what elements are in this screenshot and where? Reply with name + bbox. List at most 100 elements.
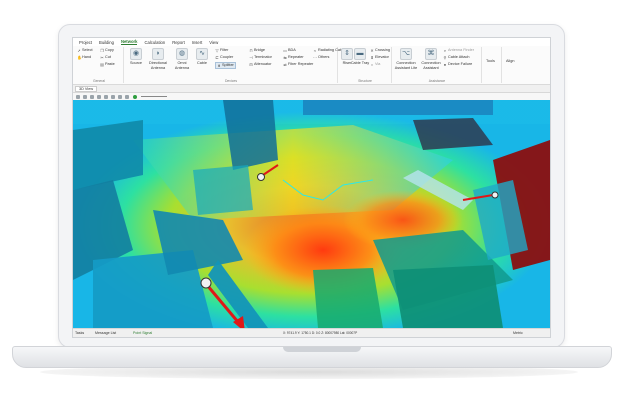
device-failure-label: Device Failure bbox=[448, 62, 473, 66]
wall-right-bottom bbox=[393, 265, 503, 328]
paste-button[interactable]: ▤ Paste bbox=[100, 62, 115, 67]
group-general-label: General bbox=[92, 79, 106, 83]
connection-lite-icon: ⌥ bbox=[400, 48, 412, 60]
fiber-repeater-label: Fiber Repeater bbox=[288, 62, 314, 66]
rotate-icon[interactable] bbox=[76, 94, 80, 99]
group-assistance: ⌥ Connection Assistant Lite ⌘ Connection A… bbox=[393, 47, 482, 83]
group-general: ➚ Select ✋ Hand ❐ Copy ✂ Cut ▤ Paste General bbox=[75, 47, 124, 83]
filter-icon: ▽ bbox=[215, 47, 219, 53]
hand-label: Hand bbox=[82, 55, 92, 59]
tasks-tab[interactable]: Tasks bbox=[75, 331, 84, 335]
hand-icon: ✋ bbox=[77, 54, 82, 60]
others-button[interactable]: ⋯ Others bbox=[313, 55, 329, 60]
omni-antenna-label: Omni Antenna bbox=[174, 61, 190, 70]
antenna-device-3[interactable] bbox=[491, 191, 499, 199]
via-button[interactable]: ○ Via bbox=[370, 61, 381, 67]
camera-icon[interactable] bbox=[111, 94, 115, 99]
cable-attach-icon: ⚲ bbox=[443, 54, 447, 60]
splitter-icon: ⋔ bbox=[217, 62, 221, 68]
units-indicator[interactable]: Metric bbox=[513, 331, 523, 335]
fiber-repeater-button[interactable]: ⇌ Fiber Repeater bbox=[283, 62, 313, 67]
select-button[interactable]: ➚ Select bbox=[77, 48, 92, 53]
device-failure-button[interactable]: ● Device Failure bbox=[443, 62, 473, 67]
tab-insert[interactable]: Insert bbox=[192, 40, 202, 45]
copy-label: Copy bbox=[105, 48, 114, 52]
wall-top-far bbox=[303, 100, 493, 115]
source-icon: ◉ bbox=[130, 48, 142, 60]
bridge-button[interactable]: ⊓ Bridge bbox=[249, 48, 265, 53]
coordinate-readout: X: 9741.9 Y: 1750.1 D: 0.0 Z: 80007980 L… bbox=[283, 330, 358, 335]
source-button[interactable]: ◉ Source bbox=[125, 48, 147, 66]
tab-project[interactable]: Project bbox=[79, 40, 92, 45]
measure-icon[interactable] bbox=[125, 94, 129, 99]
cable-button[interactable]: ∿ Cable bbox=[191, 48, 213, 66]
fit-icon[interactable] bbox=[97, 94, 101, 99]
repeater-button[interactable]: ⇆ Repeater bbox=[283, 55, 303, 60]
cable-label: Cable bbox=[197, 61, 207, 65]
app-window: Project Building Network Calculation Rep… bbox=[72, 37, 551, 338]
tab-view[interactable]: View bbox=[209, 40, 218, 45]
laptop-notch bbox=[283, 347, 361, 352]
tab-building[interactable]: Building bbox=[99, 40, 114, 45]
attenuator-icon: ⊟ bbox=[249, 61, 253, 67]
hand-button[interactable]: ✋ Hand bbox=[77, 55, 91, 60]
cable-tray-button[interactable]: ▬ Cable Tray bbox=[349, 48, 371, 66]
antenna-device-1[interactable] bbox=[200, 277, 212, 289]
bda-button[interactable]: ▭ BDA bbox=[283, 48, 296, 53]
directional-antenna-icon: ◗ bbox=[152, 48, 164, 60]
ribbon-tabs: Project Building Network Calculation Rep… bbox=[73, 38, 550, 46]
zoom-slider[interactable] bbox=[141, 96, 167, 97]
directional-antenna-button[interactable]: ◗ Directional Antenna bbox=[145, 48, 171, 70]
cable-attach-label: Cable Attach bbox=[448, 55, 470, 59]
crossing-button[interactable]: ✕ Crossing bbox=[370, 48, 390, 53]
attenuator-button[interactable]: ⊟ Attenuator bbox=[249, 61, 272, 67]
pan-icon[interactable] bbox=[83, 94, 87, 99]
terminator-button[interactable]: ⊣ Terminator bbox=[249, 55, 272, 60]
3d-view-canvas[interactable] bbox=[73, 100, 550, 328]
group-devices-label: Devices bbox=[224, 79, 238, 83]
cut-button[interactable]: ✂ Cut bbox=[100, 55, 111, 60]
elevator-button[interactable]: ⬍ Elevator bbox=[370, 55, 389, 60]
cable-attach-button[interactable]: ⚲ Cable Attach bbox=[443, 55, 470, 60]
settings-icon[interactable] bbox=[118, 94, 122, 99]
connection-icon: ⌘ bbox=[425, 48, 437, 60]
group-align: Align bbox=[503, 47, 521, 83]
terminator-label: Terminator bbox=[254, 55, 272, 59]
splitter-label: Splitter bbox=[222, 63, 234, 67]
tab-calculation[interactable]: Calculation bbox=[144, 40, 165, 45]
copy-button[interactable]: ❐ Copy bbox=[100, 48, 114, 53]
group-assistance-label: Assistance bbox=[428, 79, 446, 83]
message-list-tab[interactable]: Message List bbox=[95, 331, 116, 335]
connection-assistant-button[interactable]: ⌘ Connection Assistant bbox=[419, 48, 443, 70]
omni-antenna-button[interactable]: ◍ Omni Antenna bbox=[171, 48, 193, 70]
group-structure-label: Structure bbox=[358, 79, 372, 83]
layers-icon[interactable] bbox=[104, 94, 108, 99]
elevator-icon: ⬍ bbox=[370, 54, 374, 60]
fiber-repeater-icon: ⇌ bbox=[283, 61, 287, 67]
filter-button[interactable]: ▽ Filter bbox=[215, 48, 228, 53]
splitter-button[interactable]: ⋔ Splitter bbox=[215, 62, 236, 69]
antenna-finder-button[interactable]: ⌕ Antenna Finder bbox=[443, 48, 474, 53]
visibility-icon[interactable] bbox=[133, 94, 137, 99]
tab-3d-view[interactable]: 3D View bbox=[75, 86, 98, 92]
others-label: Others bbox=[318, 55, 330, 59]
point-signal-tab[interactable]: Point Signal bbox=[133, 331, 152, 335]
antenna-finder-icon: ⌕ bbox=[443, 47, 447, 53]
others-icon: ⋯ bbox=[313, 54, 317, 60]
status-bar: Tasks Message List Point Signal X: 9741.… bbox=[73, 328, 550, 337]
tools-button[interactable]: Tools bbox=[486, 59, 495, 64]
tools-label: Tools bbox=[486, 59, 495, 63]
connection-assistant-lite-button[interactable]: ⌥ Connection Assistant Lite bbox=[393, 48, 419, 70]
bridge-label: Bridge bbox=[254, 48, 265, 52]
scissors-icon: ✂ bbox=[100, 54, 104, 60]
zoom-icon[interactable] bbox=[90, 94, 94, 99]
align-button[interactable]: Align bbox=[506, 59, 514, 64]
cut-label: Cut bbox=[105, 55, 111, 59]
attenuator-label: Attenuator bbox=[254, 62, 272, 66]
coupler-button[interactable]: ⊏ Coupler bbox=[215, 55, 233, 60]
tab-network[interactable]: Network bbox=[120, 39, 138, 45]
via-icon: ○ bbox=[370, 61, 374, 67]
copy-icon: ❐ bbox=[100, 47, 104, 53]
antenna-device-2[interactable] bbox=[257, 173, 265, 181]
tab-report[interactable]: Report bbox=[172, 40, 185, 45]
